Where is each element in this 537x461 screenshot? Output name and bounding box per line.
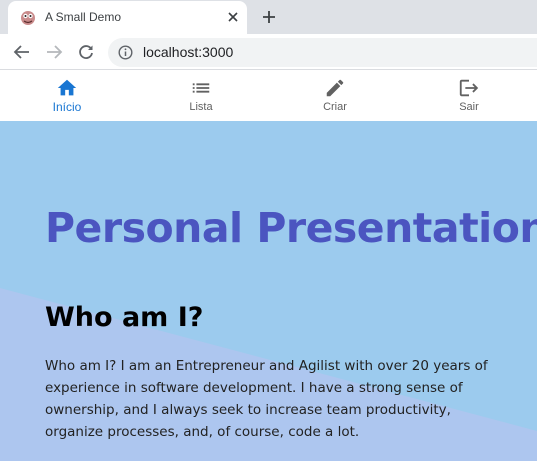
nav-item-criar[interactable]: Criar	[268, 71, 402, 121]
tab-title: A Small Demo	[45, 10, 122, 24]
section-heading: Who am I?	[45, 302, 204, 333]
app-bottom-navigation: Início Lista Criar Sair	[0, 71, 537, 121]
arrow-left-icon[interactable]	[13, 43, 31, 61]
url-text[interactable]: localhost:3000	[143, 44, 233, 60]
app-favicon-icon	[21, 11, 35, 25]
close-icon[interactable]	[226, 10, 240, 24]
logout-icon	[459, 79, 479, 97]
bio-paragraph: Who am I? I am an Entrepreneur and Agili…	[45, 358, 488, 440]
home-icon	[57, 79, 77, 96]
nav-item-lista[interactable]: Lista	[134, 71, 268, 121]
nav-item-label: Criar	[323, 101, 347, 113]
browser-toolbar: localhost:3000	[0, 34, 537, 70]
list-icon	[192, 83, 210, 93]
reload-icon[interactable]	[77, 43, 95, 61]
plus-icon[interactable]	[261, 9, 277, 25]
browser-tab[interactable]: A Small Demo	[8, 1, 247, 34]
nav-item-inicio[interactable]: Início	[0, 71, 134, 121]
browser-tab-strip: A Small Demo	[0, 0, 537, 34]
info-icon[interactable]	[118, 45, 133, 60]
address-bar[interactable]: localhost:3000	[108, 38, 537, 67]
nav-item-sair[interactable]: Sair	[402, 71, 536, 121]
nav-item-label: Sair	[459, 101, 479, 113]
arrow-right-icon[interactable]	[45, 43, 63, 61]
hero-section: Personal Presentation Who am I? Who am I…	[0, 121, 537, 461]
nav-item-label: Lista	[189, 101, 213, 113]
pencil-icon	[326, 79, 344, 97]
nav-item-label: Início	[52, 100, 82, 114]
page-title: Personal Presentation	[45, 204, 537, 252]
